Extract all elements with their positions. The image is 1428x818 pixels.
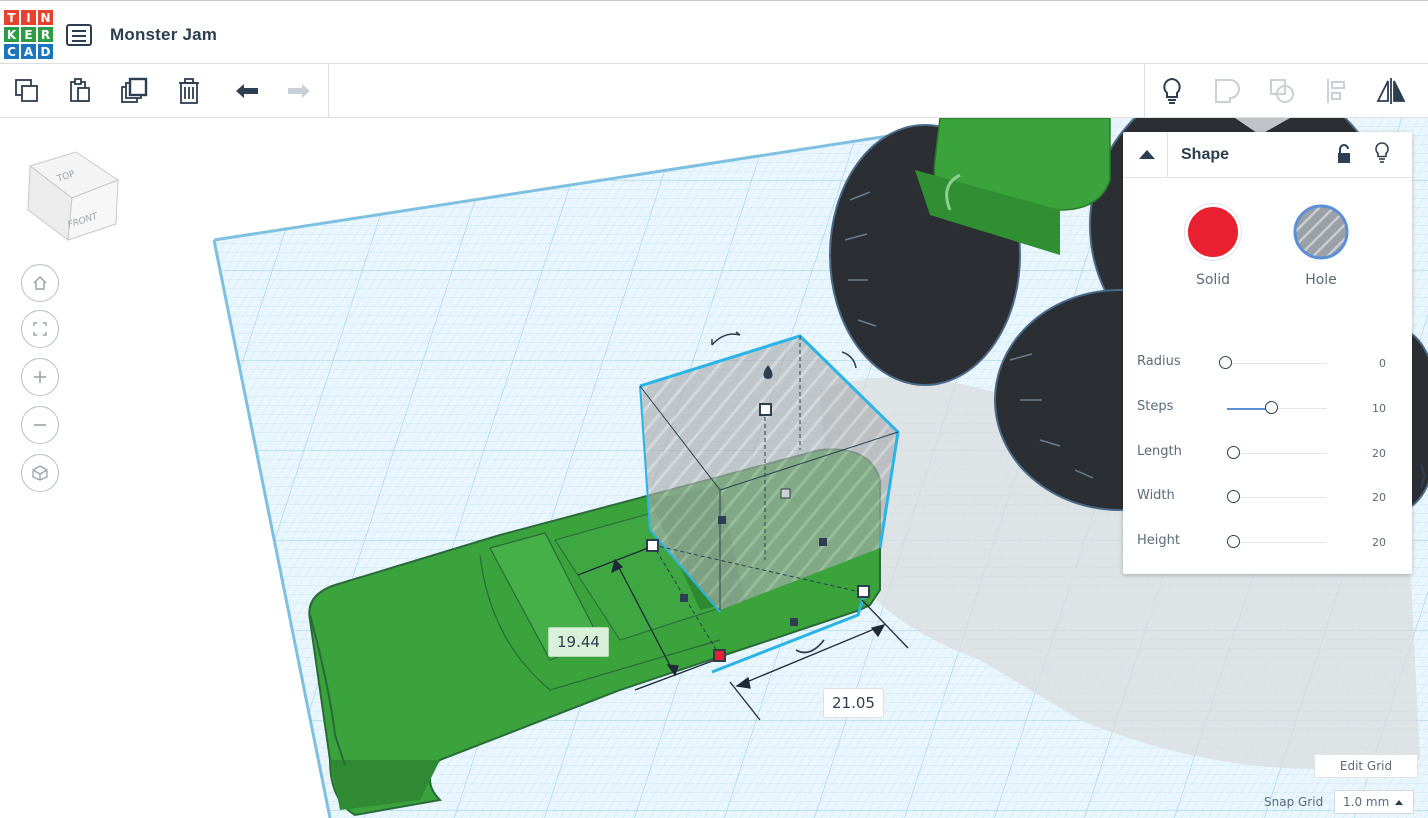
home-view-button[interactable]	[21, 264, 59, 302]
home-icon	[33, 275, 47, 290]
logo-letter: C	[4, 44, 19, 59]
logo-letter: I	[21, 10, 36, 25]
fit-view-button[interactable]	[21, 310, 59, 348]
trash-icon	[179, 78, 199, 104]
zoom-out-button[interactable]	[21, 406, 59, 444]
hole-swatch[interactable]	[1293, 204, 1349, 260]
duplicate-icon	[121, 77, 148, 103]
duplicate-button[interactable]	[118, 74, 152, 108]
fit-icon	[33, 322, 47, 336]
group-button[interactable]	[1210, 74, 1244, 108]
logo-letter: T	[4, 10, 19, 25]
caret-up-icon	[1395, 799, 1404, 805]
panel-title: Shape	[1181, 146, 1230, 163]
height-slider-knob[interactable]	[1227, 535, 1240, 548]
paste-icon	[70, 78, 90, 102]
logo-letter: R	[38, 27, 53, 42]
length-value[interactable]: 20	[1372, 447, 1386, 460]
radius-slider-track[interactable]	[1227, 363, 1327, 364]
solid-label: Solid	[1195, 272, 1231, 288]
length-slider-knob[interactable]	[1227, 446, 1240, 459]
minus-icon	[34, 424, 46, 426]
width-value[interactable]: 20	[1372, 491, 1386, 504]
toolbar-divider	[1144, 64, 1145, 118]
copy-icon	[15, 79, 38, 102]
width-slider-track[interactable]	[1227, 497, 1327, 498]
perspective-button[interactable]	[21, 454, 59, 492]
group-icon	[1215, 79, 1240, 103]
design-list-icon[interactable]	[66, 24, 92, 46]
align-icon	[1327, 79, 1345, 103]
undo-button[interactable]	[230, 74, 264, 108]
redo-button[interactable]	[282, 74, 316, 108]
ungroup-button[interactable]	[1265, 74, 1299, 108]
width-dimension-input[interactable]: 19.44	[548, 627, 609, 657]
length-dimension-input[interactable]: 21.05	[823, 688, 884, 718]
collapse-panel-icon[interactable]	[1139, 150, 1155, 159]
radius-label: Radius	[1137, 354, 1181, 369]
toolbar-divider	[328, 64, 329, 118]
top-bar: T I N K E R C A D Monster Jam	[0, 0, 1428, 64]
logo-letter: K	[4, 27, 19, 42]
tinkercad-logo[interactable]: T I N K E R C A D	[4, 10, 53, 62]
undo-icon	[236, 84, 258, 98]
length-slider-track[interactable]	[1227, 453, 1327, 454]
snap-grid-label: Snap Grid	[1264, 795, 1324, 809]
edit-grid-button[interactable]: Edit Grid	[1314, 754, 1418, 778]
visibility-lightbulb-icon[interactable]	[1373, 141, 1391, 165]
hole-label: Hole	[1305, 272, 1337, 288]
copy-button[interactable]	[10, 74, 44, 108]
expand-sidebar-chevron-icon[interactable]: ⟩	[1418, 460, 1428, 491]
radius-slider-knob[interactable]	[1219, 356, 1232, 369]
panel-divider	[1167, 132, 1168, 178]
show-hide-button[interactable]	[1155, 74, 1189, 108]
length-label: Length	[1137, 444, 1182, 459]
lock-icon[interactable]	[1336, 143, 1352, 165]
lightbulb-icon	[1163, 77, 1181, 104]
view-cube[interactable]: TOP FRONT	[24, 144, 124, 244]
logo-letter: D	[38, 44, 53, 59]
solid-color-swatch[interactable]	[1185, 204, 1241, 260]
height-slider-track[interactable]	[1227, 542, 1327, 543]
mirror-button[interactable]	[1374, 74, 1408, 108]
document-title[interactable]: Monster Jam	[110, 25, 217, 45]
logo-letter: E	[21, 27, 36, 42]
snap-grid-value: 1.0 mm	[1343, 795, 1390, 809]
shape-inspector-panel: Shape Solid Hole Radius 0 Steps 10 Lengt…	[1123, 132, 1412, 574]
height-label: Height	[1137, 533, 1180, 548]
zoom-in-button[interactable]	[21, 358, 59, 396]
steps-slider-knob[interactable]	[1265, 401, 1278, 414]
redo-icon	[288, 84, 310, 98]
delete-button[interactable]	[172, 74, 206, 108]
cube-icon	[32, 465, 48, 481]
width-label: Width	[1137, 488, 1175, 503]
width-slider-knob[interactable]	[1227, 490, 1240, 503]
snap-grid-select[interactable]: 1.0 mm	[1334, 790, 1414, 814]
ungroup-icon	[1270, 79, 1294, 103]
paste-button[interactable]	[63, 74, 97, 108]
panel-header: Shape	[1123, 132, 1412, 178]
steps-label: Steps	[1137, 399, 1174, 414]
align-button[interactable]	[1320, 74, 1354, 108]
steps-value[interactable]: 10	[1372, 402, 1386, 415]
height-value[interactable]: 20	[1372, 536, 1386, 549]
logo-letter: A	[21, 44, 36, 59]
logo-letter: N	[38, 10, 53, 25]
toolbar	[0, 64, 1428, 118]
mirror-icon	[1376, 78, 1406, 104]
radius-value[interactable]: 0	[1379, 357, 1386, 370]
plus-icon	[34, 371, 46, 383]
